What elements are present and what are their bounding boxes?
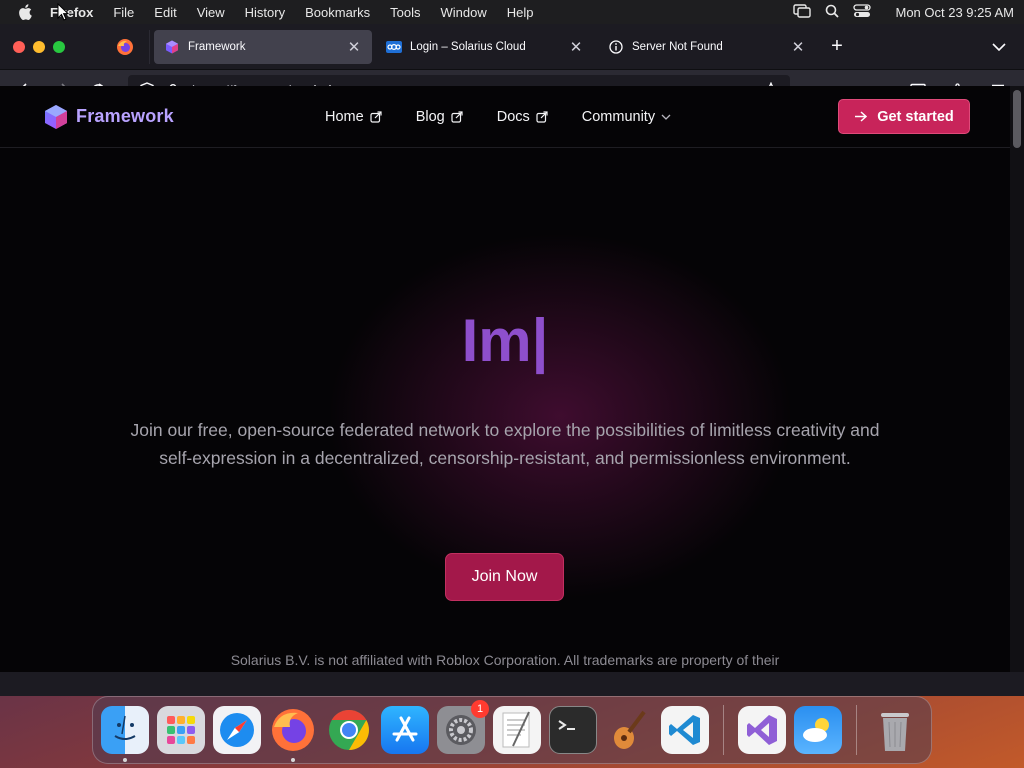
chevron-down-icon <box>661 114 671 120</box>
page-scrollbar[interactable] <box>1010 86 1024 672</box>
tab-close-icon[interactable]: ✕ <box>790 38 806 56</box>
dock-safari[interactable] <box>213 706 261 754</box>
minimize-window-button[interactable] <box>33 40 45 53</box>
new-tab-button[interactable]: + <box>822 35 852 58</box>
hero-title: Im| <box>461 307 549 374</box>
running-indicator <box>123 758 127 762</box>
disclaimer-text: Solarius B.V. is not affiliated with Rob… <box>230 652 780 668</box>
arrow-right-icon <box>855 111 868 122</box>
firefox-view-button[interactable] <box>100 29 150 64</box>
site-header: Framework Home Blog Docs Community Get s… <box>0 86 1010 148</box>
tab-title: Framework <box>188 40 246 53</box>
framework-cube-icon <box>164 39 180 55</box>
nav-home-link[interactable]: Home <box>325 109 382 125</box>
dock-visual-studio[interactable] <box>738 706 786 754</box>
dock-separator <box>856 705 857 755</box>
join-now-button[interactable]: Join Now <box>445 553 564 601</box>
brand-name: Framework <box>76 106 174 126</box>
tab-title: Login – Solarius Cloud <box>410 40 526 53</box>
dock-chrome[interactable] <box>325 706 373 754</box>
menu-bookmarks[interactable]: Bookmarks <box>295 5 380 20</box>
dock-finder[interactable] <box>101 706 149 762</box>
chrome-logo-icon <box>329 710 369 750</box>
dock-textedit[interactable] <box>493 706 541 754</box>
page-viewport: Framework Home Blog Docs Community Get s… <box>0 86 1010 672</box>
visual-studio-logo-icon <box>747 715 777 745</box>
external-link-icon <box>370 110 382 123</box>
finder-icon <box>114 715 136 740</box>
list-all-tabs-button[interactable] <box>974 42 1024 51</box>
hero-description: Join our free, open-source federated net… <box>130 420 880 468</box>
dock-launchpad[interactable] <box>157 706 205 754</box>
textedit-document-icon <box>502 711 530 748</box>
control-center-icon[interactable] <box>853 3 872 21</box>
tab-title: Server Not Found <box>632 40 723 53</box>
zoom-window-button[interactable] <box>53 40 65 53</box>
cloud-logo-icon <box>386 39 402 55</box>
dock-separator <box>723 705 724 755</box>
tab-server-not-found[interactable]: Server Not Found ✕ <box>598 30 816 64</box>
weather-cloud-sun-icon <box>803 718 829 742</box>
dock-firefox[interactable] <box>269 706 317 762</box>
tab-close-icon[interactable]: ✕ <box>568 38 584 56</box>
nav-label: Home <box>325 108 364 125</box>
guitar-icon <box>614 710 646 749</box>
nav-blog-link[interactable]: Blog <box>416 109 463 125</box>
dock-garageband[interactable] <box>605 706 653 754</box>
running-indicator <box>291 758 295 762</box>
menu-file[interactable]: File <box>103 5 144 20</box>
get-started-button[interactable]: Get started <box>838 99 970 134</box>
dock-app-store[interactable] <box>381 706 429 754</box>
dock-system-settings[interactable]: 1 <box>437 700 489 754</box>
mouse-pointer-icon <box>57 2 70 26</box>
screen-mirroring-icon[interactable] <box>793 3 812 21</box>
dock: 1 <box>92 696 932 764</box>
window-controls <box>0 40 100 53</box>
info-icon <box>608 39 624 55</box>
chevron-down-icon <box>992 42 1006 51</box>
close-window-button[interactable] <box>13 40 25 53</box>
brand-logo-link[interactable]: Framework <box>44 104 174 130</box>
dock-vscode[interactable] <box>661 706 709 754</box>
apple-menu-icon[interactable] <box>10 4 40 20</box>
menu-history[interactable]: History <box>235 5 295 20</box>
app-store-icon <box>392 716 418 742</box>
nav-label: Blog <box>415 108 445 125</box>
dock-terminal[interactable] <box>549 706 597 754</box>
firefox-logo-icon <box>116 38 133 55</box>
tab-bar: Framework ✕ Login – Solarius Cloud ✕ Ser… <box>0 24 1024 70</box>
trash-icon <box>881 713 909 751</box>
dock-weather[interactable] <box>794 706 842 754</box>
safari-compass-icon <box>220 713 254 747</box>
nav-label: Docs <box>496 108 530 125</box>
scrollbar-thumb[interactable] <box>1013 90 1021 148</box>
vscode-logo-icon <box>669 715 700 745</box>
menu-app-name[interactable]: Firefox <box>40 5 103 20</box>
site-navigation: Home Blog Docs Community <box>325 109 671 125</box>
menu-window[interactable]: Window <box>431 5 497 20</box>
tab-close-icon[interactable]: ✕ <box>346 38 362 56</box>
spotlight-search-icon[interactable] <box>825 4 840 21</box>
menu-edit[interactable]: Edit <box>144 5 186 20</box>
tab-login-solarius-cloud[interactable]: Login – Solarius Cloud ✕ <box>376 30 594 64</box>
menu-help[interactable]: Help <box>497 5 544 20</box>
menu-bar: Firefox File Edit View History Bookmarks… <box>0 0 1024 24</box>
notification-badge: 1 <box>471 700 489 718</box>
dock-trash[interactable] <box>871 706 919 754</box>
terminal-prompt-icon <box>558 720 575 730</box>
external-link-icon <box>451 110 463 123</box>
get-started-label: Get started <box>877 108 954 125</box>
tab-framework[interactable]: Framework ✕ <box>154 29 372 64</box>
nav-community-dropdown[interactable]: Community <box>582 109 671 125</box>
menu-view[interactable]: View <box>187 5 235 20</box>
external-link-icon <box>536 110 548 123</box>
menu-tools[interactable]: Tools <box>380 5 430 20</box>
menu-clock[interactable]: Mon Oct 23 9:25 AM <box>885 5 1014 20</box>
firefox-logo-icon <box>272 709 314 751</box>
framework-cube-icon <box>45 104 67 129</box>
launchpad-grid-icon <box>167 716 195 744</box>
nav-docs-link[interactable]: Docs <box>497 109 548 125</box>
nav-label: Community <box>581 108 656 125</box>
